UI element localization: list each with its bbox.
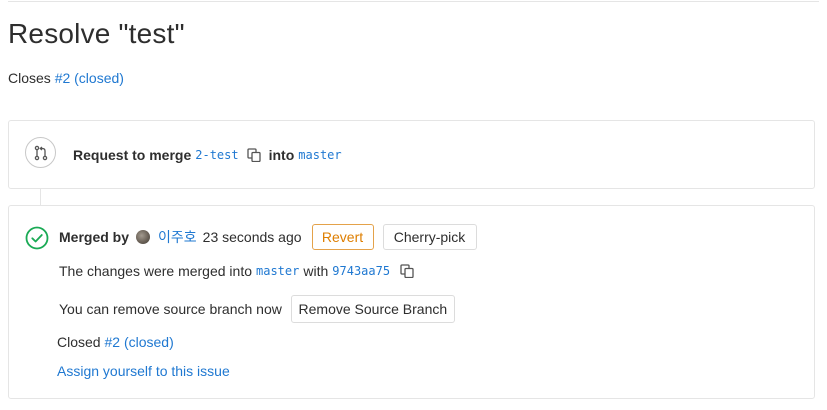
merged-target-branch[interactable]: master [256, 264, 299, 278]
assign-yourself-link[interactable]: Assign yourself to this issue [57, 363, 230, 379]
avatar[interactable] [136, 230, 151, 244]
user-link[interactable]: 이주호 [158, 227, 197, 247]
remove-source-branch-button[interactable]: Remove Source Branch [290, 295, 455, 323]
closed-prefix: Closed [57, 334, 101, 350]
changes-prefix: The changes were merged into [59, 263, 252, 279]
check-circle-icon [25, 226, 49, 250]
cherry-pick-button[interactable]: Cherry-pick [382, 224, 477, 250]
request-label: Request to merge [73, 147, 192, 163]
merge-request-icon [25, 137, 56, 168]
merged-changes-row: The changes were merged into master with… [59, 262, 422, 280]
copy-icon[interactable] [245, 146, 263, 164]
remove-branch-row: You can remove source branch now Remove … [59, 295, 455, 323]
description: Closes #2 (closed) [8, 70, 124, 86]
merged-widget: Merged by 이주호 23 seconds ago Revert Cher… [8, 205, 815, 399]
request-to-merge-line: Request to merge 2-test into master [73, 146, 342, 164]
issue-link[interactable]: #2 (closed) [55, 70, 124, 86]
timeline-connector [40, 188, 41, 205]
copy-sha-icon[interactable] [398, 262, 416, 280]
commit-sha-link[interactable]: 9743aa75 [332, 264, 390, 278]
remove-branch-text: You can remove source branch now [59, 301, 282, 317]
revert-button[interactable]: Revert [311, 224, 374, 250]
page-title: Resolve "test" [8, 18, 185, 49]
into-label: into [268, 147, 295, 163]
changes-with: with [303, 263, 329, 279]
assign-row: Assign yourself to this issue [57, 363, 230, 379]
merge-request-header: Request to merge 2-test into master [8, 120, 815, 189]
top-divider [8, 1, 819, 2]
closed-issues-row: Closed #2 (closed) [57, 334, 174, 350]
source-branch[interactable]: 2-test [195, 148, 238, 162]
target-branch[interactable]: master [298, 148, 341, 162]
closed-issue-link[interactable]: #2 (closed) [104, 334, 173, 350]
merged-time: 23 seconds ago [202, 229, 302, 245]
merged-by-row: Merged by 이주호 23 seconds ago Revert Cher… [59, 223, 477, 251]
description-prefix: Closes [8, 70, 51, 86]
merged-by-label: Merged by [59, 229, 130, 245]
